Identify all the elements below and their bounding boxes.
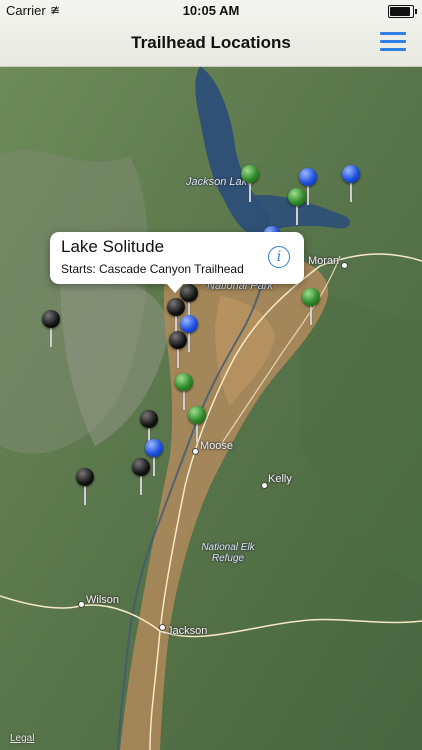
info-icon[interactable]: i <box>268 246 290 268</box>
navigation-bar: Carrier ≇ 10:05 AM Trailhead Locations <box>0 0 422 67</box>
map-view[interactable]: Jackson Lake Moran National Park Moose K… <box>0 66 422 750</box>
town-dot-kelly <box>261 482 268 489</box>
map-label-kelly: Kelly <box>268 473 292 485</box>
map-pin-black[interactable] <box>42 310 60 350</box>
hamburger-menu-icon[interactable] <box>380 30 406 52</box>
status-time: 10:05 AM <box>182 3 240 18</box>
map-label-wilson: Wilson <box>86 594 120 606</box>
map-pin-black[interactable] <box>132 458 150 498</box>
callout-subtitle: Starts: Cascade Canyon Trailhead <box>61 262 244 276</box>
town-dot-wilson <box>78 601 85 608</box>
map-label-moran: Moran <box>308 255 340 267</box>
legal-link[interactable]: Legal <box>10 733 34 744</box>
map-pin-black[interactable] <box>76 468 94 508</box>
status-bar: Carrier ≇ 10:05 AM <box>0 0 422 22</box>
map-pin-green[interactable] <box>188 406 206 446</box>
map-pin-green[interactable] <box>288 188 306 228</box>
pin-callout[interactable]: Lake Solitude Starts: Cascade Canyon Tra… <box>50 232 304 293</box>
map-pin-black[interactable] <box>169 331 187 371</box>
battery-icon <box>388 5 417 18</box>
map-pin-green[interactable] <box>302 288 320 328</box>
callout-title: Lake Solitude <box>61 237 165 256</box>
town-dot-jackson <box>159 624 166 631</box>
page-title: Trailhead Locations <box>131 33 291 52</box>
map-pin-green[interactable] <box>241 165 259 205</box>
town-dot-moose <box>192 448 199 455</box>
map-label-jackson: Jackson <box>167 625 208 637</box>
callout-arrow <box>166 283 184 293</box>
map-label-national-elk-refuge: National Elk Refuge <box>201 542 255 564</box>
town-dot-moran <box>341 262 348 269</box>
map-pin-blue[interactable] <box>342 165 360 205</box>
